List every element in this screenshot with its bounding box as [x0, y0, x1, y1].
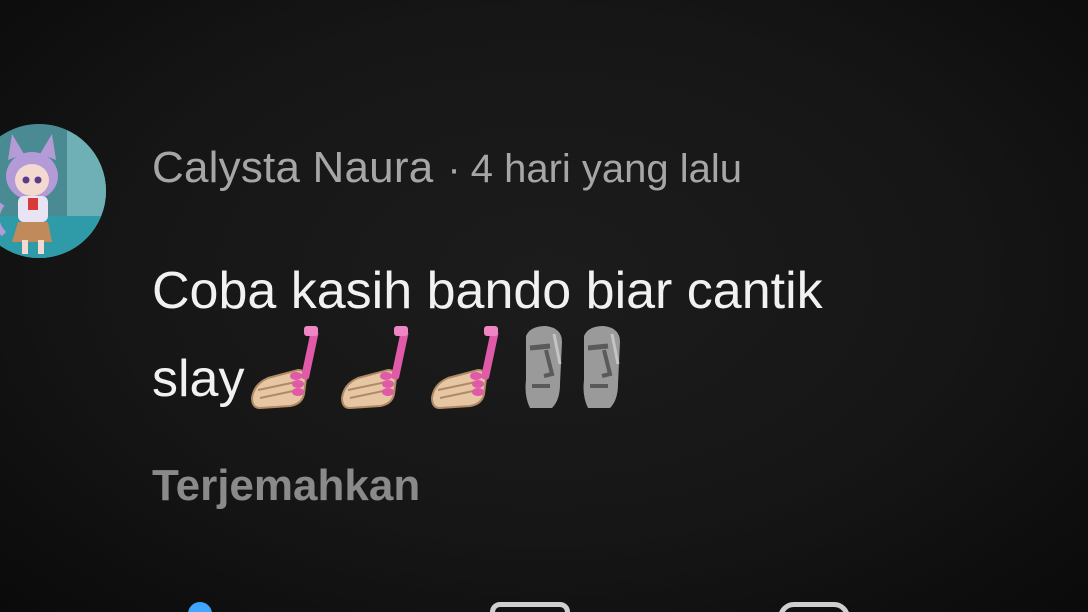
meta-separator: · [447, 147, 461, 191]
comment-meta: Calysta Naura · 4 hari yang lalu [152, 142, 742, 194]
nail-polish-emoji-icon [426, 324, 514, 412]
moai-emoji-icon [574, 324, 630, 412]
comment-text-line-2: slay [152, 324, 1052, 412]
reply-button[interactable] [490, 602, 570, 612]
comment-item: Calysta Naura · 4 hari yang lalu Coba kasi… [0, 0, 1088, 612]
author-name[interactable]: Calysta Naura [152, 143, 433, 192]
comment-text-line-1: Coba kasih bando biar cantik [152, 262, 823, 320]
comment-actions-bar [0, 596, 1088, 612]
more-options-button[interactable] [778, 602, 850, 612]
moai-emoji-icon [516, 324, 572, 412]
comment-text: Coba kasih bando biar cantik slay [152, 258, 1052, 412]
emoji-row [246, 324, 630, 412]
avatar[interactable] [0, 124, 106, 258]
avatar-image [0, 124, 106, 258]
translate-button[interactable]: Terjemahkan [152, 458, 420, 514]
like-button[interactable] [188, 602, 212, 612]
nail-polish-emoji-icon [246, 324, 334, 412]
comment-text-word: slay [152, 350, 245, 408]
comment-timestamp[interactable]: 4 hari yang lalu [471, 147, 742, 191]
nail-polish-emoji-icon [336, 324, 424, 412]
